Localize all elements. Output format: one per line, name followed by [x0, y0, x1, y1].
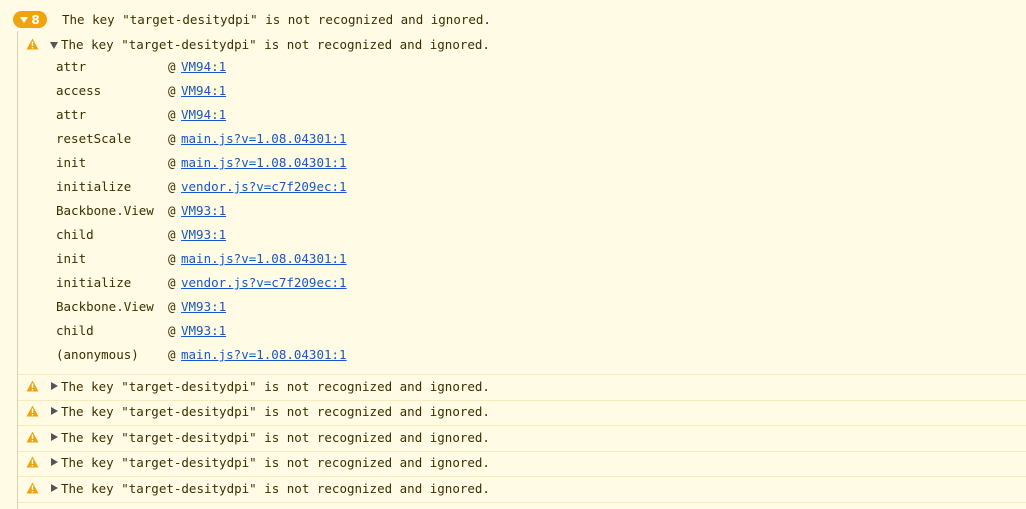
stack-frame-at: @	[168, 227, 176, 242]
stack-frame-source-link[interactable]: VM93:1	[181, 227, 226, 242]
stack-frame-function: initialize	[56, 179, 132, 194]
row-divider	[18, 451, 1026, 452]
stack-frame-source-link[interactable]: vendor.js?v=c7f209ec:1	[181, 179, 347, 194]
console-panel: 8 The key "target-desitydpi" is not reco…	[0, 0, 1026, 509]
warning-icon	[26, 431, 39, 443]
stack-frame-source-link[interactable]: main.js?v=1.08.04301:1	[181, 251, 347, 266]
stack-frame-at: @	[168, 299, 176, 314]
console-group-body: The key "target-desitydpi" is not recogn…	[17, 31, 1026, 509]
stack-frame-at: @	[168, 323, 176, 338]
stack-frame-function: child	[56, 323, 94, 338]
warning-icon	[26, 380, 39, 392]
entry-message: The key "target-desitydpi" is not recogn…	[61, 404, 490, 419]
stack-frame-source-link[interactable]: vendor.js?v=c7f209ec:1	[181, 275, 347, 290]
console-group-header[interactable]: 8 The key "target-desitydpi" is not reco…	[0, 7, 1026, 31]
entry-message: The key "target-desitydpi" is not recogn…	[61, 481, 490, 496]
warning-count-badge[interactable]: 8	[13, 11, 47, 28]
entry-message: The key "target-desitydpi" is not recogn…	[61, 455, 490, 470]
stack-frame-function: (anonymous)	[56, 347, 139, 362]
stack-frame-function: access	[56, 83, 102, 98]
stack-frame-function: initialize	[56, 275, 132, 290]
warning-icon	[26, 456, 39, 468]
stack-frame-at: @	[168, 347, 176, 362]
row-divider	[18, 374, 1026, 375]
warning-icon	[26, 38, 39, 50]
stack-frame-function: Backbone.View	[56, 203, 154, 218]
stack-frame-at: @	[168, 203, 176, 218]
stack-frame-source-link[interactable]: VM94:1	[181, 59, 226, 74]
stack-frame-at: @	[168, 83, 176, 98]
stack-frame-source-link[interactable]: VM93:1	[181, 323, 226, 338]
triangle-right-icon[interactable]	[51, 433, 58, 441]
stack-frame-source-link[interactable]: main.js?v=1.08.04301:1	[181, 131, 347, 146]
entry-message: The key "target-desitydpi" is not recogn…	[61, 37, 490, 52]
stack-frame-source-link[interactable]: VM93:1	[181, 299, 226, 314]
stack-frame-function: resetScale	[56, 131, 132, 146]
entry-message: The key "target-desitydpi" is not recogn…	[61, 430, 490, 445]
entry-message: The key "target-desitydpi" is not recogn…	[61, 379, 490, 394]
stack-frame-at: @	[168, 251, 176, 266]
stack-frame-at: @	[168, 107, 176, 122]
triangle-down-icon	[20, 16, 29, 23]
warning-icon	[26, 405, 39, 417]
row-divider	[18, 502, 1026, 503]
triangle-right-icon[interactable]	[51, 382, 58, 390]
triangle-down-icon[interactable]	[50, 42, 58, 49]
row-divider	[18, 425, 1026, 426]
warning-count: 8	[31, 12, 40, 27]
row-divider	[18, 476, 1026, 477]
stack-frame-at: @	[168, 59, 176, 74]
stack-frame-at: @	[168, 275, 176, 290]
triangle-right-icon[interactable]	[51, 458, 58, 466]
stack-frame-source-link[interactable]: main.js?v=1.08.04301:1	[181, 347, 347, 362]
stack-frame-at: @	[168, 131, 176, 146]
stack-frame-function: attr	[56, 59, 87, 74]
stack-frame-source-link[interactable]: VM94:1	[181, 107, 226, 122]
stack-frame-function: Backbone.View	[56, 299, 154, 314]
triangle-right-icon[interactable]	[51, 407, 58, 415]
warning-icon	[26, 482, 39, 494]
stack-frame-source-link[interactable]: VM93:1	[181, 203, 226, 218]
stack-frame-source-link[interactable]: VM94:1	[181, 83, 226, 98]
triangle-right-icon[interactable]	[51, 484, 58, 492]
stack-frame-source-link[interactable]: main.js?v=1.08.04301:1	[181, 155, 347, 170]
stack-frame-function: init	[56, 251, 87, 266]
group-message: The key "target-desitydpi" is not recogn…	[62, 12, 491, 27]
stack-frame-at: @	[168, 155, 176, 170]
stack-frame-function: child	[56, 227, 94, 242]
stack-frame-function: attr	[56, 107, 87, 122]
row-divider	[18, 400, 1026, 401]
stack-frame-at: @	[168, 179, 176, 194]
stack-frame-function: init	[56, 155, 87, 170]
